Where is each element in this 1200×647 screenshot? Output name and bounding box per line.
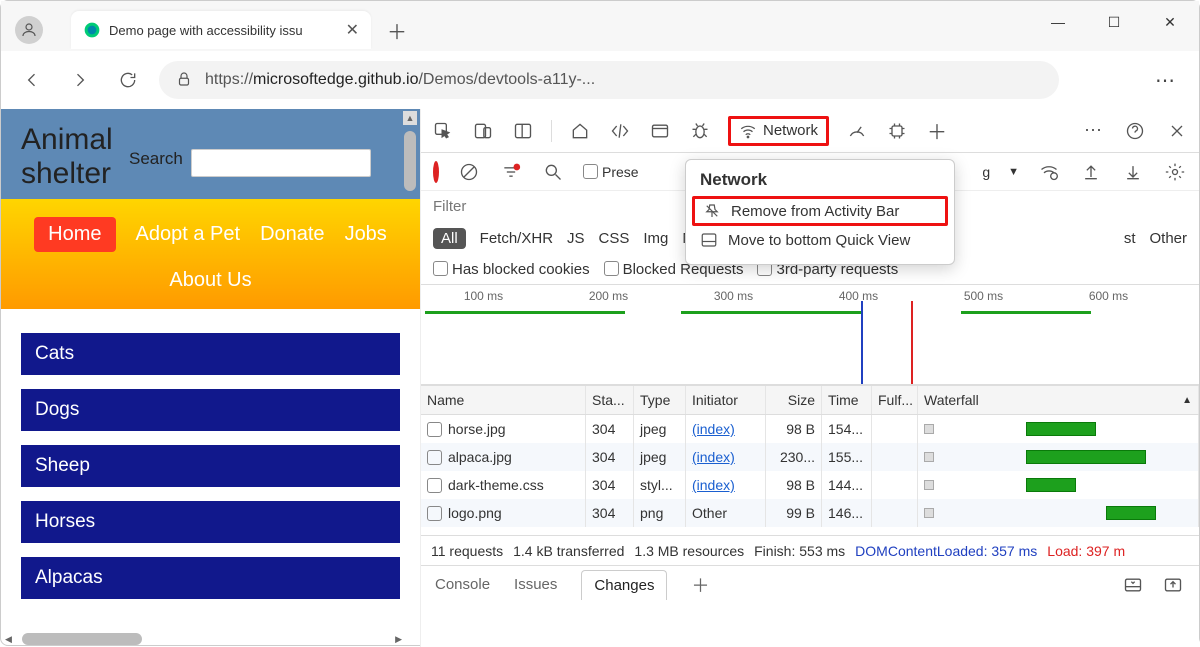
wifi-icon [739, 122, 757, 140]
elements-icon[interactable] [608, 119, 632, 143]
blocked-cookies-checkbox[interactable]: Has blocked cookies [433, 261, 590, 278]
network-conditions-icon[interactable] [1037, 160, 1061, 184]
scroll-up-icon[interactable]: ▲ [403, 111, 417, 125]
category-item[interactable]: Cats [21, 333, 400, 375]
memory-icon[interactable] [885, 119, 909, 143]
network-overview[interactable]: 100 ms200 ms300 ms400 ms500 ms600 ms [421, 285, 1199, 385]
profile-avatar[interactable] [15, 16, 43, 44]
scroll-thumb[interactable] [404, 131, 416, 191]
browser-chrome: — ☐ ✕ Demo page with accessibility issu … [1, 1, 1199, 109]
export-icon[interactable] [1079, 160, 1103, 184]
page-viewport: Animalshelter Search Home Adopt a Pet Do… [1, 109, 421, 647]
network-summary: 11 requests 1.4 kB transferred 1.3 MB re… [421, 535, 1199, 565]
lock-icon [175, 70, 193, 91]
ctx-remove-item[interactable]: Remove from Activity Bar [692, 196, 948, 226]
preserve-log-checkbox[interactable]: Prese [583, 164, 639, 180]
drawer-changes-tab[interactable]: Changes [581, 570, 667, 600]
new-tab-button[interactable]: ＋ [381, 14, 413, 46]
back-button[interactable] [15, 63, 49, 97]
devtools-more-button[interactable]: ⋯ [1081, 119, 1105, 143]
devtools-panel: Network ＋ ⋯ Prese g ▼ [421, 109, 1199, 647]
help-icon[interactable] [1123, 119, 1147, 143]
edge-favicon-icon [83, 21, 101, 39]
refresh-button[interactable] [111, 63, 145, 97]
forward-button[interactable] [63, 63, 97, 97]
filter-css[interactable]: CSS [599, 230, 630, 247]
search-label: Search [129, 149, 183, 169]
inspect-icon[interactable] [431, 119, 455, 143]
site-title: Animalshelter [21, 123, 121, 191]
unpin-icon [703, 202, 721, 220]
tab-title: Demo page with accessibility issu [109, 23, 338, 38]
drawer-issues-tab[interactable]: Issues [514, 576, 557, 593]
window-controls: — ☐ ✕ [1035, 5, 1193, 39]
truncated-label: g [982, 164, 990, 180]
close-tab-button[interactable]: ✕ [346, 20, 359, 40]
nav-donate[interactable]: Donate [260, 223, 325, 246]
devtools-activity-bar: Network ＋ ⋯ [421, 109, 1199, 153]
ctx-move-item[interactable]: Move to bottom Quick View [686, 226, 954, 254]
nav-jobs[interactable]: Jobs [345, 223, 387, 246]
table-row[interactable]: alpaca.jpg304jpeg(index)230...155... [421, 443, 1199, 471]
table-row[interactable]: dark-theme.css304styl...(index)98 B144..… [421, 471, 1199, 499]
clear-button[interactable] [457, 160, 481, 184]
throttling-caret-icon[interactable]: ▼ [1008, 166, 1019, 178]
nav-adopt[interactable]: Adopt a Pet [136, 223, 241, 246]
performance-icon[interactable] [845, 119, 869, 143]
welcome-icon[interactable] [568, 119, 592, 143]
devtools-drawer: Console Issues Changes ＋ [421, 565, 1199, 603]
search-input[interactable] [191, 149, 371, 177]
network-table-header[interactable]: Name Sta... Type Initiator Size Time Ful… [421, 385, 1199, 415]
network-tab[interactable]: Network [728, 116, 829, 146]
tab-bar: Demo page with accessibility issu ✕ ＋ [1, 1, 1199, 51]
browser-tab[interactable]: Demo page with accessibility issu ✕ [71, 11, 371, 49]
filter-fetch[interactable]: Fetch/XHR [480, 230, 553, 247]
browser-more-button[interactable]: ⋯ [1155, 68, 1175, 93]
sources-icon[interactable] [648, 119, 672, 143]
address-bar[interactable]: https://microsoftedge.github.io/Demos/de… [159, 61, 1059, 99]
filter-other[interactable]: Other [1149, 230, 1187, 247]
filter-all[interactable]: All [433, 228, 466, 249]
drawer-console-tab[interactable]: Console [435, 576, 490, 593]
maximize-button[interactable]: ☐ [1091, 5, 1137, 39]
context-menu-title: Network [686, 166, 954, 196]
table-row[interactable]: logo.png304pngOther99 B146... [421, 499, 1199, 527]
drawer-dock-icon[interactable] [1121, 573, 1145, 597]
filter-img[interactable]: Img [643, 230, 668, 247]
close-window-button[interactable]: ✕ [1147, 5, 1193, 39]
category-item[interactable]: Alpacas [21, 557, 400, 599]
category-item[interactable]: Horses [21, 501, 400, 543]
network-table-body: horse.jpg304jpeg(index)98 B154...alpaca.… [421, 415, 1199, 535]
dock-icon[interactable] [511, 119, 535, 143]
record-button[interactable] [433, 164, 439, 180]
import-icon[interactable] [1121, 160, 1145, 184]
nav-home[interactable]: Home [34, 217, 115, 252]
panel-bottom-icon [700, 231, 718, 249]
url-text: https://microsoftedge.github.io/Demos/de… [205, 71, 595, 89]
horizontal-scrollbar[interactable]: ◀ ▶ [1, 631, 406, 647]
filter-truncated[interactable]: st [1124, 230, 1136, 247]
more-tabs-button[interactable]: ＋ [925, 119, 949, 143]
table-row[interactable]: horse.jpg304jpeg(index)98 B154... [421, 415, 1199, 443]
context-menu: Network Remove from Activity Bar Move to… [685, 159, 955, 265]
page-nav: Home Adopt a Pet Donate Jobs About Us [1, 199, 420, 309]
category-item[interactable]: Sheep [21, 445, 400, 487]
settings-icon[interactable] [1163, 160, 1187, 184]
drawer-expand-icon[interactable] [1161, 573, 1185, 597]
filter-js[interactable]: JS [567, 230, 585, 247]
address-bar-row: https://microsoftedge.github.io/Demos/de… [1, 51, 1199, 109]
bug-icon[interactable] [688, 119, 712, 143]
close-devtools-button[interactable] [1165, 119, 1189, 143]
page-hero: Animalshelter Search [1, 109, 420, 199]
drawer-add-button[interactable]: ＋ [691, 572, 709, 598]
filter-icon[interactable] [499, 160, 523, 184]
nav-about[interactable]: About Us [169, 269, 251, 292]
vertical-scrollbar[interactable]: ▲ [403, 111, 417, 647]
category-item[interactable]: Dogs [21, 389, 400, 431]
scroll-thumb-h[interactable] [22, 633, 142, 645]
device-icon[interactable] [471, 119, 495, 143]
category-list: Cats Dogs Sheep Horses Alpacas [1, 309, 420, 623]
search-icon[interactable] [541, 160, 565, 184]
minimize-button[interactable]: — [1035, 5, 1081, 39]
